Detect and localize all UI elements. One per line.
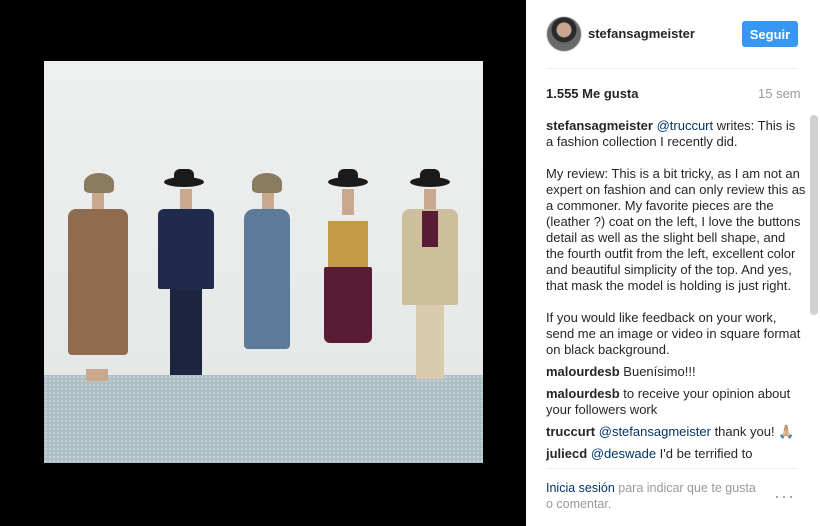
caption: stefansagmeister @truccurt writes: This … bbox=[546, 118, 806, 358]
comment-author[interactable]: truccurt bbox=[546, 424, 595, 439]
post-sidebar: stefansagmeister Seguir 1.555 Me gusta 1… bbox=[526, 0, 820, 526]
caption-text: writes: This is a fashion collection I r… bbox=[546, 118, 806, 357]
likes-count[interactable]: 1.555 Me gusta bbox=[546, 86, 639, 101]
comments-list[interactable]: stefansagmeister @truccurt writes: This … bbox=[546, 118, 806, 468]
avatar[interactable] bbox=[546, 16, 582, 52]
caption-author[interactable]: stefansagmeister bbox=[546, 118, 653, 133]
comment-author[interactable]: juliecd bbox=[546, 446, 587, 461]
login-prompt: Inicia sesión para indicar que te gusta … bbox=[546, 480, 766, 512]
post-time[interactable]: 15 sem bbox=[758, 86, 801, 101]
comment-text: thank you! 🙏🏼 bbox=[710, 424, 795, 439]
comment-mention[interactable]: @deswade bbox=[591, 446, 656, 461]
header-divider bbox=[546, 68, 798, 69]
footer-divider bbox=[546, 468, 798, 469]
author-username[interactable]: stefansagmeister bbox=[588, 26, 695, 41]
comment-text: I'd be terrified to bbox=[656, 446, 753, 461]
model-figure-4 bbox=[314, 169, 384, 397]
model-figure-3 bbox=[240, 173, 300, 393]
model-figure-5 bbox=[396, 169, 466, 397]
comment-item: malourdesb Buenísimo!!! bbox=[546, 364, 806, 380]
comment-item: juliecd @deswade I'd be terrified to bbox=[546, 446, 806, 462]
comment-item: malourdesb to receive your opinion about… bbox=[546, 386, 806, 418]
post-header: stefansagmeister Seguir bbox=[526, 0, 820, 68]
comment-author[interactable]: malourdesb bbox=[546, 364, 620, 379]
follow-button[interactable]: Seguir bbox=[742, 21, 798, 47]
comment-text: Buenísimo!!! bbox=[619, 364, 696, 379]
model-figure-1 bbox=[62, 173, 132, 393]
login-link[interactable]: Inicia sesión bbox=[546, 481, 615, 495]
model-figure-2 bbox=[152, 169, 222, 397]
comment-mention[interactable]: @stefansagmeister bbox=[599, 424, 711, 439]
caption-mention[interactable]: @truccurt bbox=[657, 118, 714, 133]
media-pane bbox=[0, 0, 526, 526]
comment-author[interactable]: malourdesb bbox=[546, 386, 620, 401]
comments-scrollbar[interactable] bbox=[810, 115, 818, 315]
post-photo[interactable] bbox=[44, 61, 483, 463]
comment-item: truccurt @stefansagmeister thank you! 🙏🏼 bbox=[546, 424, 806, 440]
more-options-icon[interactable]: ··· bbox=[774, 486, 795, 507]
